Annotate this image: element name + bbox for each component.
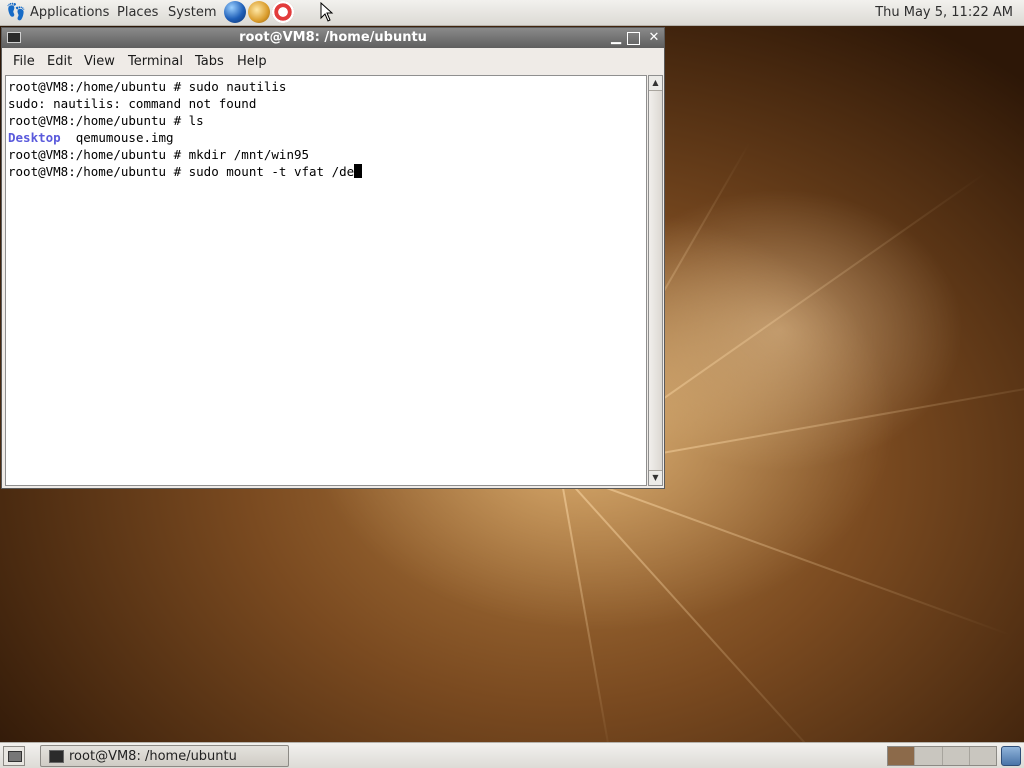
text-cursor: [354, 164, 363, 178]
top-panel: 👣 Applications Places System Thu May 5, …: [0, 0, 1024, 26]
show-desktop-button[interactable]: [3, 746, 25, 766]
menu-view[interactable]: View: [84, 54, 115, 69]
file-entry: qemumouse.img: [60, 130, 174, 145]
scroll-down-arrow-icon[interactable]: ▼: [649, 471, 662, 485]
mouse-cursor-icon: [320, 2, 334, 22]
menu-places[interactable]: Places: [117, 5, 158, 20]
terminal-app-icon: [49, 750, 64, 763]
menu-terminal[interactable]: Terminal: [128, 54, 183, 69]
menu-tabs[interactable]: Tabs: [195, 54, 224, 69]
terminal-line: sudo: nautilis: command not found: [8, 96, 257, 111]
terminal-line: Desktop qemumouse.img: [8, 129, 174, 146]
taskbar-window-button[interactable]: root@VM8: /home/ubuntu: [40, 745, 289, 767]
clock[interactable]: Thu May 5, 11:22 AM: [875, 5, 1013, 20]
terminal-output[interactable]: root@VM8:/home/ubuntu # sudo nautilis su…: [5, 75, 647, 486]
menu-file[interactable]: File: [13, 54, 35, 69]
workspace-2[interactable]: [915, 747, 943, 765]
terminal-line: root@VM8:/home/ubuntu # sudo mount -t vf…: [8, 163, 363, 180]
web-browser-icon[interactable]: [224, 1, 246, 23]
workspace-3[interactable]: [942, 747, 970, 765]
taskbar-window-label: root@VM8: /home/ubuntu: [69, 749, 237, 764]
terminal-window: root@VM8: /home/ubuntu ▁ ✕ File Edit Vie…: [1, 27, 665, 489]
minimize-button[interactable]: ▁: [608, 30, 624, 46]
close-button[interactable]: ✕: [646, 30, 662, 46]
bottom-panel: root@VM8: /home/ubuntu: [0, 742, 1024, 768]
current-command: root@VM8:/home/ubuntu # sudo mount -t vf…: [8, 164, 355, 179]
window-titlebar[interactable]: root@VM8: /home/ubuntu ▁ ✕: [2, 28, 664, 48]
workspace-1[interactable]: [888, 747, 916, 765]
gnome-foot-icon[interactable]: 👣: [6, 3, 26, 21]
menubar: File Edit View Terminal Tabs Help: [2, 49, 664, 73]
scrollbar[interactable]: ▲ ▼: [648, 75, 663, 486]
scroll-up-arrow-icon[interactable]: ▲: [649, 76, 662, 90]
scroll-thumb[interactable]: [649, 90, 662, 471]
trash-icon[interactable]: [1001, 746, 1021, 766]
workspace-4[interactable]: [969, 747, 996, 765]
menu-applications[interactable]: Applications: [30, 5, 109, 20]
maximize-button[interactable]: [627, 32, 640, 45]
menu-system[interactable]: System: [168, 5, 216, 20]
menu-help[interactable]: Help: [237, 54, 267, 69]
menu-edit[interactable]: Edit: [47, 54, 72, 69]
directory-entry: Desktop: [8, 130, 61, 145]
terminal-line: root@VM8:/home/ubuntu # ls: [8, 113, 204, 128]
help-icon[interactable]: [272, 1, 294, 23]
window-title: root@VM8: /home/ubuntu: [239, 30, 427, 45]
terminal-line: root@VM8:/home/ubuntu # sudo nautilis: [8, 79, 287, 94]
mail-icon[interactable]: [248, 1, 270, 23]
terminal-line: root@VM8:/home/ubuntu # mkdir /mnt/win95: [8, 147, 310, 162]
workspace-switcher[interactable]: [887, 746, 997, 766]
